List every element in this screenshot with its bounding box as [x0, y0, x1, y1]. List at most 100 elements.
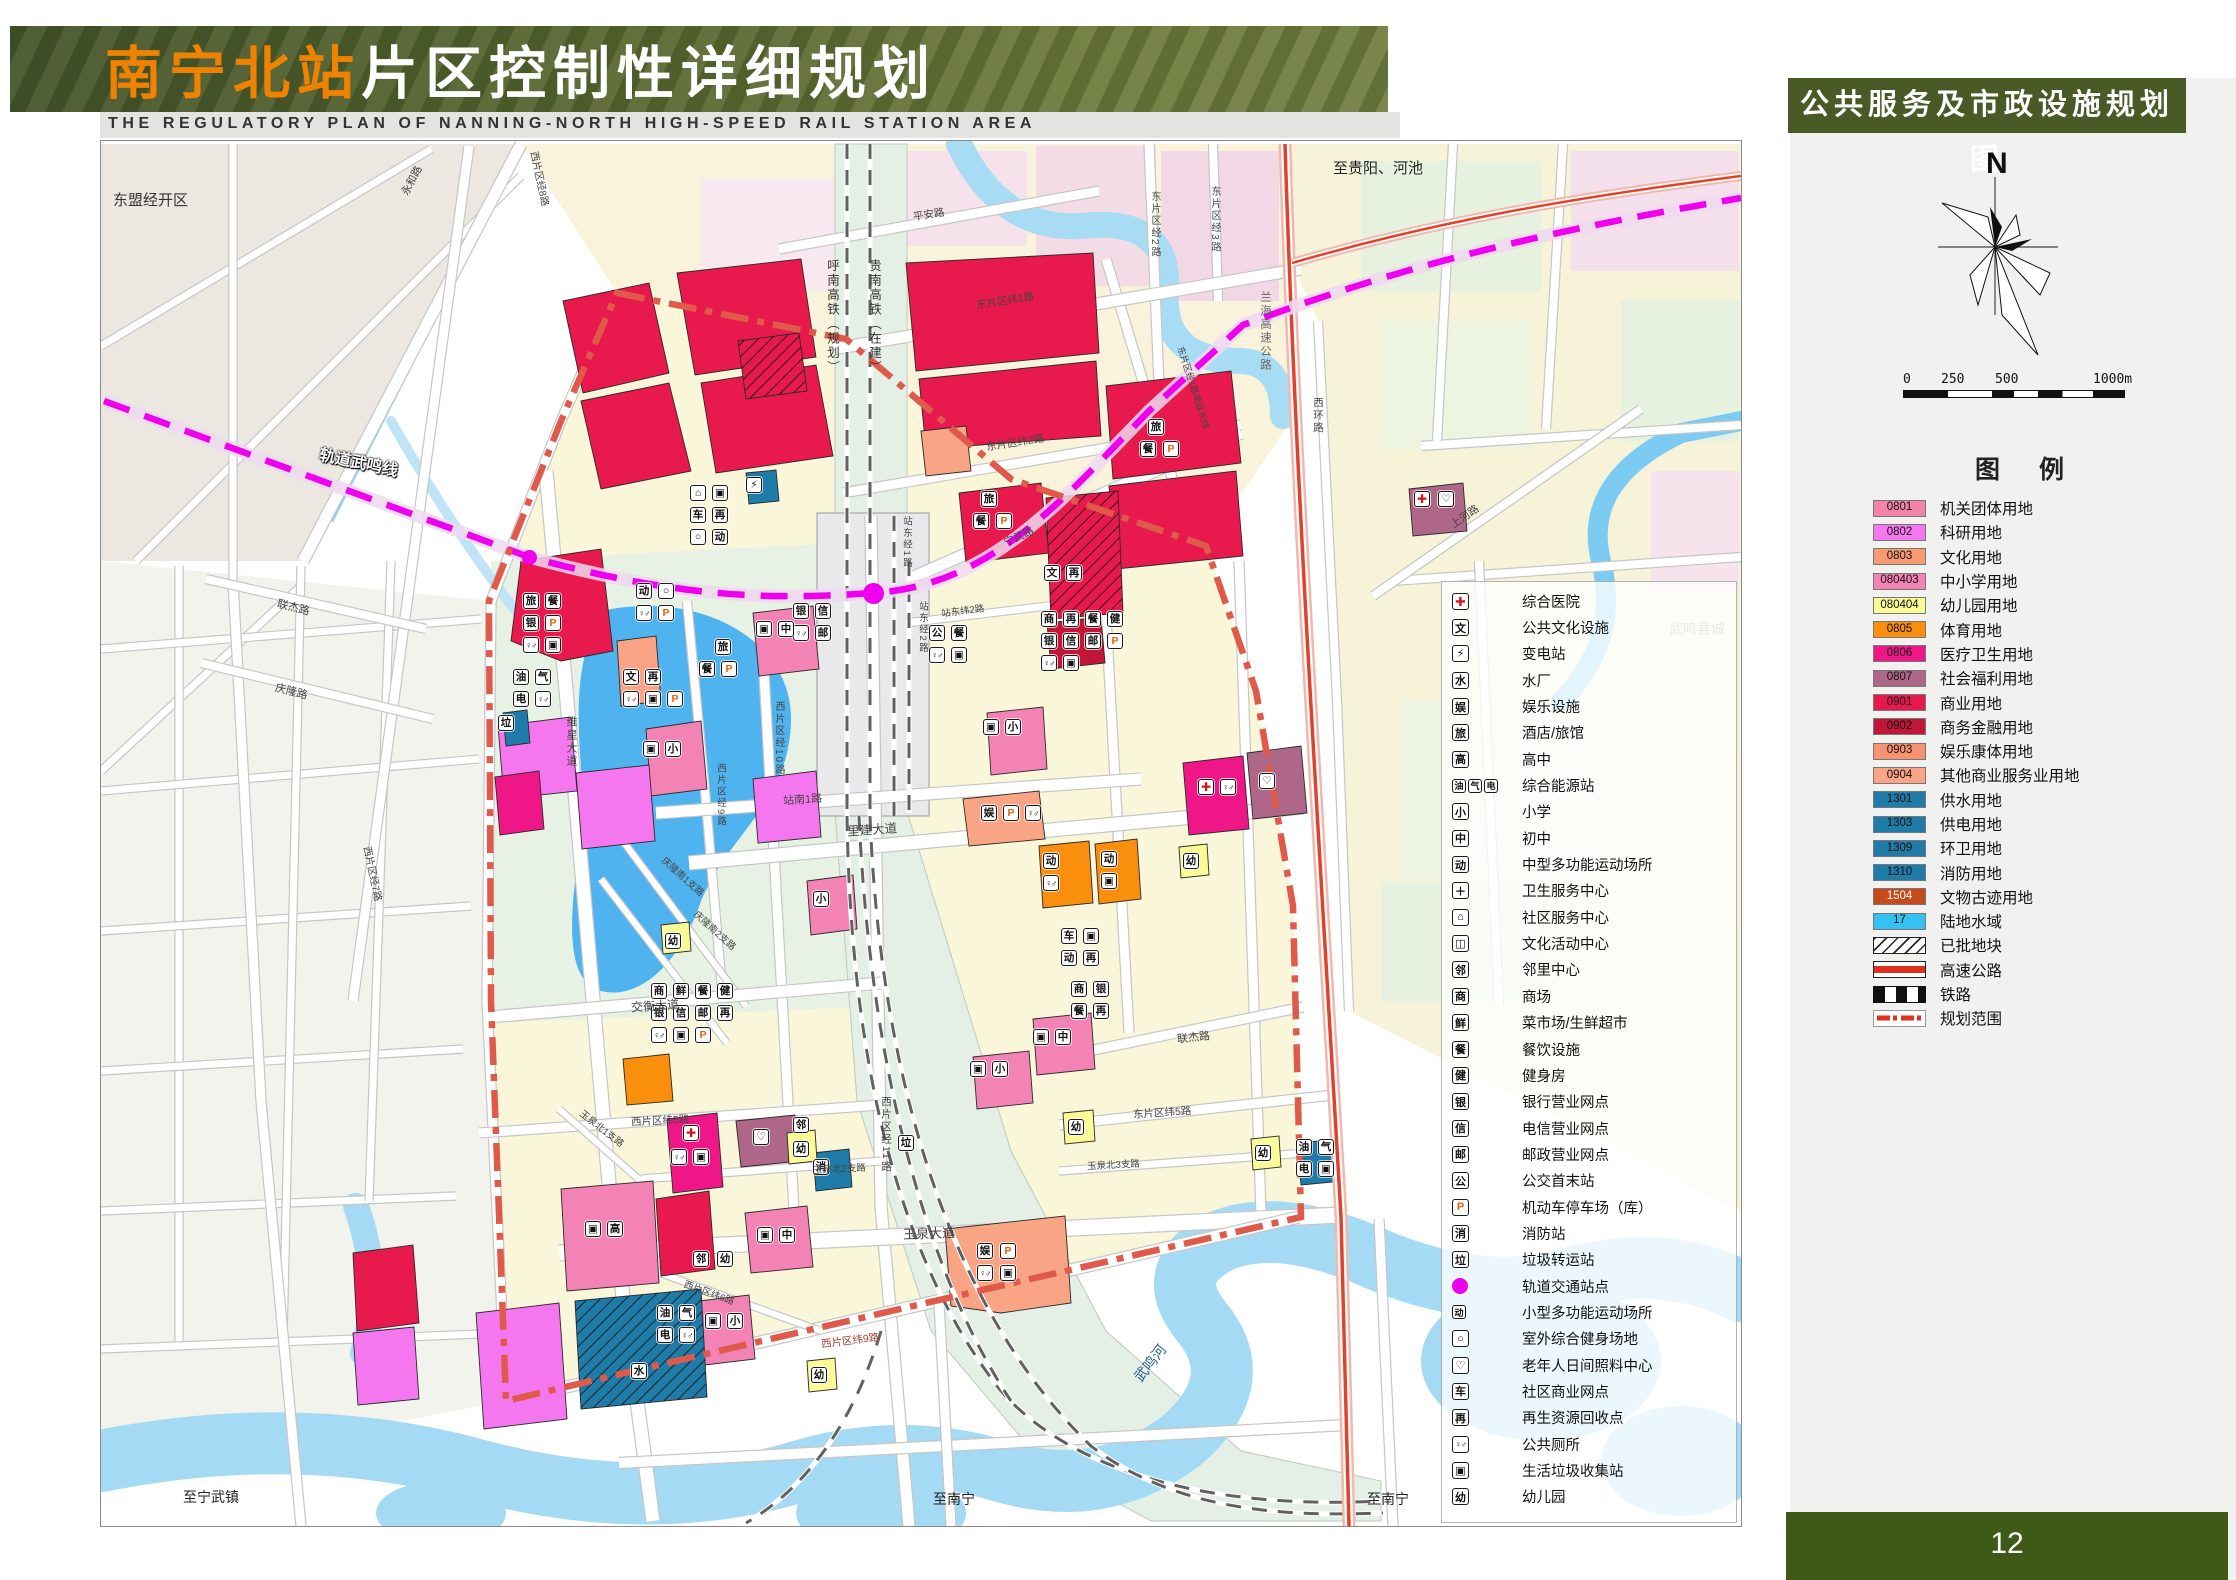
legend-swatch: 1309: [1873, 840, 1926, 857]
legend-label: 已批地块: [1940, 934, 2002, 956]
map-legend-label: 综合医院: [1522, 591, 1580, 612]
retail-outlet-icon: 车: [1452, 1383, 1514, 1400]
map-legend-item: 油气电综合能源站: [1452, 772, 1736, 798]
legend-swatch: [1873, 1010, 1926, 1027]
map-legend-label: 社区商业网点: [1522, 1381, 1609, 1402]
map-legend-label: 生活垃圾收集站: [1522, 1460, 1624, 1481]
map-legend-label: 菜市场/生鲜超市: [1522, 1012, 1628, 1033]
legend-item: 0802 科研用地: [1873, 520, 2080, 544]
legend-code: 0802: [1887, 527, 1913, 539]
legend-item: 规划范围: [1873, 1006, 2080, 1030]
facility-glyph-icon: 动: [1452, 856, 1514, 873]
north-arrow: N: [1920, 155, 2080, 375]
map-legend-item: 餐餐饮设施: [1452, 1036, 1736, 1062]
map-legend-label: 邻里中心: [1522, 959, 1580, 980]
map-legend-item: ⚡变电站: [1452, 641, 1736, 667]
map-legend-label: 再生资源回收点: [1522, 1407, 1624, 1428]
scale-bar: 02505001000m: [1903, 372, 2128, 402]
energy-station-icon: 油气电: [1452, 779, 1514, 793]
legend-code: 0806: [1887, 648, 1913, 660]
legend-label: 消防用地: [1940, 862, 2002, 884]
legend-code: 1504: [1887, 891, 1913, 903]
map-legend-label: 综合能源站: [1522, 775, 1595, 796]
legend-item: 1310 消防用地: [1873, 860, 2080, 884]
facility-glyph-icon: 公: [1452, 1172, 1514, 1189]
health-center-icon: ＋: [1452, 882, 1514, 899]
map-legend-label: 卫生服务中心: [1522, 880, 1609, 901]
legend-swatch: 0902: [1873, 718, 1926, 735]
map-legend-item: P机动车停车场（库）: [1452, 1194, 1736, 1220]
legend-swatch: 1310: [1873, 864, 1926, 881]
scale-tick: 0: [1903, 372, 1911, 387]
map-legend-label: 中型多功能运动场所: [1522, 854, 1653, 875]
map-legend-label: 初中: [1522, 828, 1551, 849]
legend-code: 1310: [1887, 867, 1913, 879]
map-legend-item: ⌂社区服务中心: [1452, 904, 1736, 930]
map-legend-label: 小学: [1522, 801, 1551, 822]
facility-glyph-icon: 餐: [1452, 1041, 1514, 1058]
legend-item: 17陆地水域: [1873, 909, 2080, 933]
map-legend-label: 银行营业网点: [1522, 1091, 1609, 1112]
legend-item: 0904其他商业服务业用地: [1873, 763, 2080, 787]
map-legend-label: 小型多功能运动场所: [1522, 1302, 1653, 1323]
map-legend-label: 公交首末站: [1522, 1170, 1595, 1191]
map-legend-label: 电信营业网点: [1522, 1118, 1609, 1139]
page-title: 南宁北站片区控制性详细规划: [105, 28, 937, 110]
legend-label: 供水用地: [1940, 789, 2002, 811]
map-facility-legend: ✚综合医院文公共文化设施⚡变电站水水厂娱娱乐设施旅酒店/旅馆高高中油气电综合能源…: [1441, 581, 1737, 1523]
legend-label: 铁路: [1940, 983, 1971, 1005]
map-legend-item: 信电信营业网点: [1452, 1115, 1736, 1141]
legend-label: 科研用地: [1940, 521, 2002, 543]
legend-item: 080404幼儿园用地: [1873, 593, 2080, 617]
map-legend-item: 再再生资源回收点: [1452, 1405, 1736, 1431]
map-legend-item: 车社区商业网点: [1452, 1378, 1736, 1404]
legend-swatch: 0806: [1873, 645, 1926, 662]
map-legend-label: 垃圾转运站: [1522, 1249, 1595, 1270]
public-toilet-icon: ♀♂: [1452, 1436, 1514, 1453]
map-legend-item: 垃垃圾转运站: [1452, 1247, 1736, 1273]
map-legend-item: 文公共文化设施: [1452, 614, 1736, 640]
legend-item: 1504 文物古迹用地: [1873, 885, 2080, 909]
map-legend-label: 健身房: [1522, 1065, 1566, 1086]
legend-swatch: 0801: [1873, 500, 1926, 517]
facility-glyph-icon: 小: [1452, 803, 1514, 820]
legend-swatch: 1303: [1873, 816, 1926, 833]
map-legend-item: 轨道交通站点: [1452, 1273, 1736, 1299]
facility-glyph-icon: 中: [1452, 830, 1514, 847]
map-legend-label: 文化活动中心: [1522, 933, 1609, 954]
legend-label: 文物古迹用地: [1940, 886, 2033, 908]
scale-bar-segments: [1903, 390, 2125, 398]
legend-swatch: [1873, 937, 1926, 954]
map-canvas[interactable]: ⌂▣车再○动动○♀♂P旅餐P银信♀♂邮公餐♀♂▣商再餐健银信邮P♀♂▣旅餐P文再…: [100, 140, 1742, 1527]
legend-code: 0904: [1887, 770, 1913, 782]
legend-label: 商业用地: [1940, 692, 2002, 714]
map-legend-item: ✚综合医院: [1452, 588, 1736, 614]
map-legend-label: 商场: [1522, 986, 1551, 1007]
legend-code: 0803: [1887, 551, 1913, 563]
panel-title-strip: 公共服务及市政设施规划图: [1788, 78, 2186, 133]
legend-list: 0801机关团体用地0802科研用地0803文化用地080403中小学用地080…: [1873, 496, 2080, 1031]
page-number-bar: 12: [1786, 1512, 2228, 1580]
legend-label: 社会福利用地: [1940, 667, 2033, 689]
map-legend-label: 轨道交通站点: [1522, 1276, 1609, 1297]
north-label: N: [1986, 147, 2008, 181]
title-highlight: 南宁北站: [105, 42, 361, 106]
map-legend-label: 公共文化设施: [1522, 617, 1609, 638]
page-number: 12: [1786, 1512, 2228, 1576]
legend-label: 文化用地: [1940, 546, 2002, 568]
sidebar-top-margin: [1790, 0, 2236, 78]
subtitle-en: THE REGULATORY PLAN OF NANNING-NORTH HIG…: [108, 115, 1036, 133]
legend-label: 陆地水域: [1940, 910, 2002, 932]
facility-glyph-icon: 信: [1452, 1120, 1514, 1137]
legend-item: 0903娱乐康体用地: [1873, 739, 2080, 763]
map-legend-label: 公共厕所: [1522, 1434, 1580, 1455]
map-legend-label: 水厂: [1522, 670, 1551, 691]
map-legend-item: 旅酒店/旅馆: [1452, 720, 1736, 746]
legend-item: 0806医疗卫生用地: [1873, 642, 2080, 666]
legend-swatch: 0802: [1873, 524, 1926, 541]
map-legend-label: 社区服务中心: [1522, 907, 1609, 928]
legend-label: 中小学用地: [1940, 570, 2018, 592]
legend-swatch: 080403: [1873, 573, 1926, 590]
legend-swatch: 080404: [1873, 597, 1926, 614]
map-legend-item: ○室外综合健身场地: [1452, 1326, 1736, 1352]
